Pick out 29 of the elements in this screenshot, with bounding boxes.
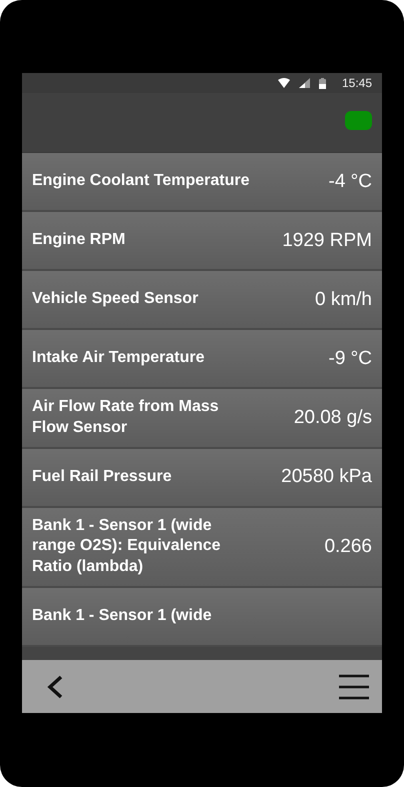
- reading-row[interactable]: Air Flow Rate from Mass Flow Sensor 20.08 g/s: [22, 389, 382, 449]
- status-time: 15:45: [342, 76, 372, 90]
- back-icon[interactable]: [47, 674, 63, 698]
- signal-icon: [298, 78, 310, 88]
- battery-icon: [318, 78, 326, 88]
- reading-name: Engine RPM: [32, 230, 126, 250]
- reading-value: 0 km/h: [314, 288, 372, 310]
- reading-value: 1929 RPM: [282, 230, 372, 252]
- reading-value: -9 °C: [328, 348, 372, 370]
- reading-name: Engine Coolant Temperature: [32, 171, 250, 192]
- wifi-icon: [278, 78, 290, 88]
- reading-row[interactable]: Bank 1 - Sensor 1 (wide: [22, 588, 382, 647]
- reading-row[interactable]: Bank 1 - Sensor 1 (wide range O2S): Equivalence Ratio (lambda) 0.266: [22, 508, 382, 588]
- reading-row[interactable]: Engine RPM 1929 RPM: [22, 212, 382, 271]
- reading-row[interactable]: Intake Air Temperature -9 °C: [22, 330, 382, 389]
- reading-name: Fuel Rail Pressure: [32, 466, 172, 487]
- reading-value: 0.266: [324, 536, 372, 558]
- reading-row[interactable]: Engine Coolant Temperature -4 °C: [22, 153, 382, 212]
- reading-name: Bank 1 - Sensor 1 (wide range O2S): Equivalence Ratio (lambda): [32, 516, 222, 578]
- reading-row[interactable]: Vehicle Speed Sensor 0 km/h: [22, 271, 382, 330]
- menu-icon[interactable]: [339, 674, 369, 700]
- reading-value: -4 °C: [328, 170, 372, 192]
- reading-name: Vehicle Speed Sensor: [32, 289, 198, 310]
- reading-value: 20580 kPa: [281, 466, 372, 488]
- reading-value: 20.08 g/s: [294, 406, 372, 429]
- reading-name: Bank 1 - Sensor 1 (wide: [32, 606, 212, 626]
- reading-row[interactable]: Fuel Rail Pressure 20580 kPa: [22, 448, 382, 508]
- reading-name: Air Flow Rate from Mass Flow Sensor: [32, 397, 220, 438]
- reading-name: Intake Air Temperature: [32, 348, 204, 368]
